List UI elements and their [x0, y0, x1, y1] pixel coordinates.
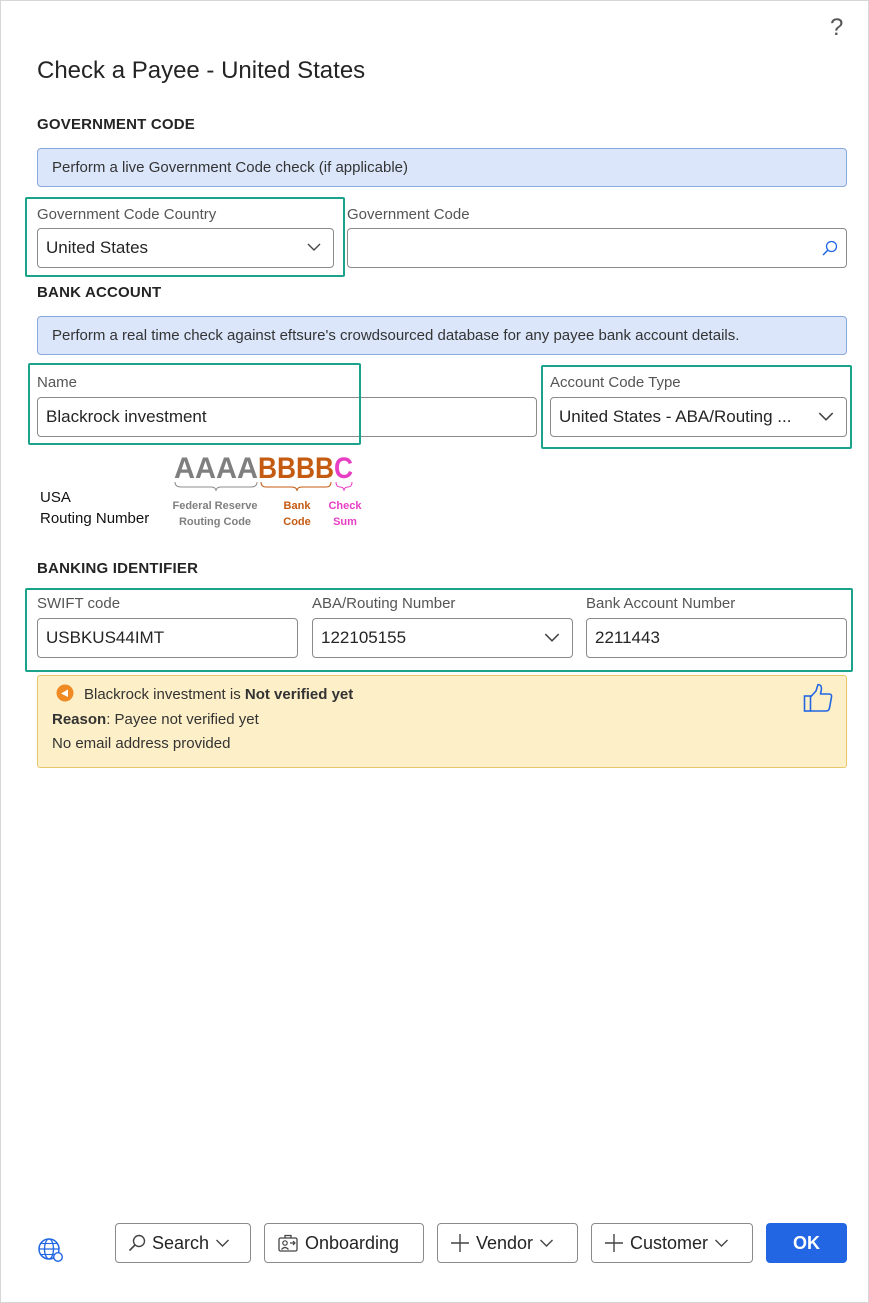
swift-code-label: SWIFT code [37, 595, 121, 612]
caption-c-line2: Sum [333, 516, 357, 528]
banking-identifier-section-title: BANKING IDENTIFIER [37, 560, 199, 577]
routing-part-a: AAAA [174, 452, 258, 485]
name-input[interactable]: Blackrock investment [37, 397, 537, 437]
vendor-button[interactable]: Vendor [437, 1223, 578, 1263]
customer-button[interactable]: Customer [591, 1223, 753, 1263]
account-code-type-label: Account Code Type [550, 374, 681, 391]
thumbs-up-icon[interactable] [802, 682, 834, 714]
customer-button-label: Customer [630, 1232, 709, 1253]
caption-c-line1: Check [328, 500, 362, 512]
government-code-info-banner: Perform a live Government Code check (if… [37, 148, 847, 187]
search-icon [128, 1234, 146, 1252]
search-button[interactable]: Search [115, 1223, 251, 1263]
verification-reason: Reason: Payee not verified yet [52, 711, 259, 728]
bank-account-number-label: Bank Account Number [586, 595, 736, 612]
swift-code-input[interactable]: USBKUS44IMT [37, 618, 298, 658]
bank-account-number-value: 2211443 [595, 628, 660, 647]
check-payee-dialog: ? Check a Payee - United States GOVERNME… [0, 0, 869, 1303]
swift-code-value: USBKUS44IMT [46, 628, 165, 647]
search-button-label: Search [152, 1232, 210, 1253]
chevron-down-icon [715, 1239, 729, 1247]
onboarding-button-label: Onboarding [305, 1232, 400, 1253]
government-code-section-title: GOVERNMENT CODE [37, 116, 196, 133]
caption-a-line2: Routing Code [179, 516, 251, 528]
reason-label: Reason [52, 711, 107, 728]
routing-diagram-label: USA Routing Number [40, 487, 149, 529]
chevron-down-icon [818, 412, 834, 421]
ok-button[interactable]: OK [766, 1223, 847, 1263]
globe-icon[interactable] [37, 1237, 65, 1265]
account-code-type-select[interactable]: United States - ABA/Routing ... [550, 397, 847, 437]
routing-number-diagram: AAAA BBBB C Federal Reserve Routing Code… [173, 452, 363, 528]
bank-account-info-banner: Perform a real time check against eftsur… [37, 316, 847, 355]
onboarding-icon [278, 1234, 298, 1252]
help-icon[interactable]: ? [830, 14, 843, 42]
chevron-down-icon [307, 243, 321, 251]
government-code-input[interactable] [347, 228, 847, 268]
caption-b-line2: Code [283, 516, 311, 528]
aba-routing-number-label: ABA/Routing Number [312, 595, 456, 612]
government-code-country-value: United States [46, 238, 149, 257]
government-code-country-label: Government Code Country [37, 206, 217, 223]
plus-icon [451, 1234, 469, 1252]
search-icon[interactable] [821, 240, 838, 257]
chevron-down-icon [540, 1239, 554, 1247]
account-code-type-value: United States - ABA/Routing ... [559, 407, 792, 426]
name-value: Blackrock investment [46, 407, 207, 426]
routing-part-c: C [334, 452, 353, 485]
verification-line: Blackrock investment is Not verified yet [84, 686, 353, 703]
caption-b-line1: Bank [284, 500, 312, 512]
aba-routing-number-select[interactable]: 122105155 [312, 618, 573, 658]
reason-text: : Payee not verified yet [106, 711, 259, 728]
routing-country-label: USA [40, 489, 71, 506]
government-code-label: Government Code [347, 206, 470, 223]
chevron-down-icon [216, 1239, 230, 1247]
dialog-title: Check a Payee - United States [37, 57, 366, 84]
plus-icon [605, 1234, 623, 1252]
caption-a-line1: Federal Reserve [173, 500, 258, 512]
aba-routing-number-value: 122105155 [321, 628, 407, 647]
name-label: Name [37, 374, 78, 391]
government-code-country-select[interactable]: United States [37, 228, 334, 268]
vendor-button-label: Vendor [476, 1232, 534, 1253]
bank-account-section-title: BANK ACCOUNT [37, 284, 162, 301]
chevron-down-icon [544, 633, 560, 642]
verification-status-banner: Blackrock investment is Not verified yet… [37, 675, 847, 768]
bank-account-number-input[interactable]: 2211443 [586, 618, 847, 658]
verification-status: Not verified yet [244, 686, 354, 703]
routing-part-b: BBBB [258, 452, 334, 485]
verification-is-text: is [225, 686, 245, 703]
payee-name: Blackrock investment [84, 686, 226, 703]
routing-number-label: Routing Number [40, 510, 150, 527]
warning-icon [56, 684, 74, 702]
onboarding-button[interactable]: Onboarding [264, 1223, 424, 1263]
email-note: No email address provided [52, 735, 231, 752]
